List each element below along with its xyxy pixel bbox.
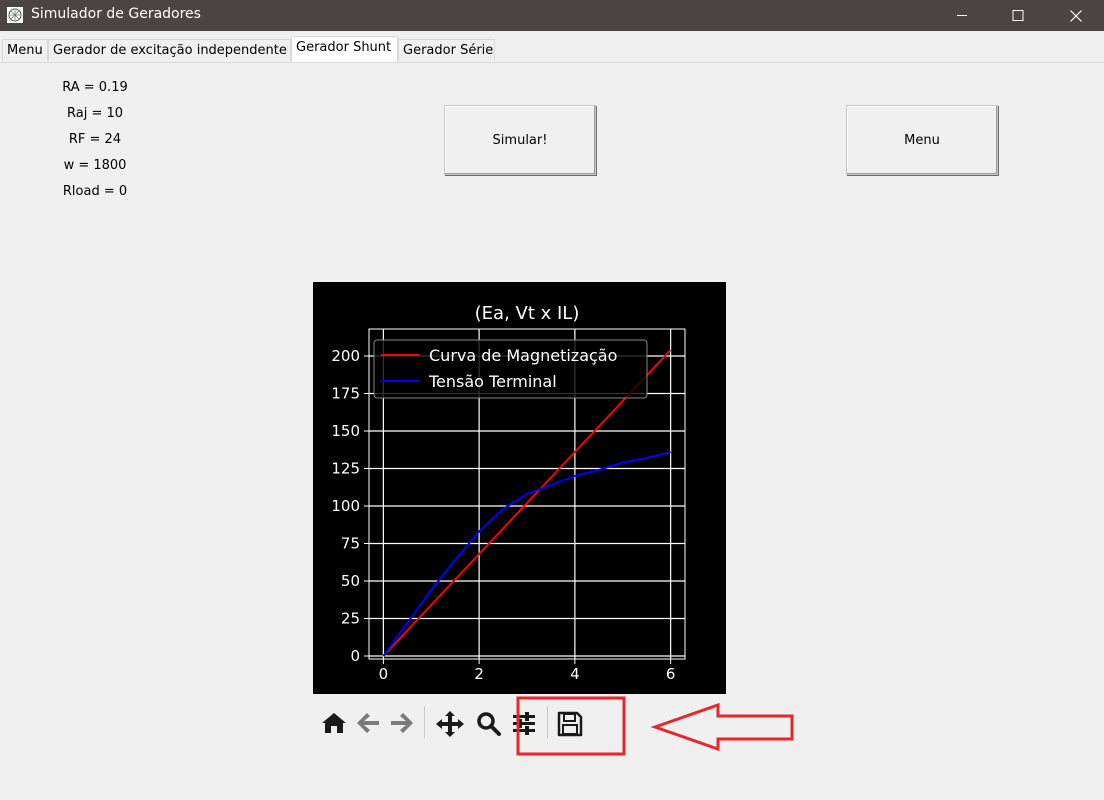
annotation-arrow (650, 702, 794, 752)
annotation-overlay (516, 696, 794, 756)
highlight-box (516, 696, 626, 756)
